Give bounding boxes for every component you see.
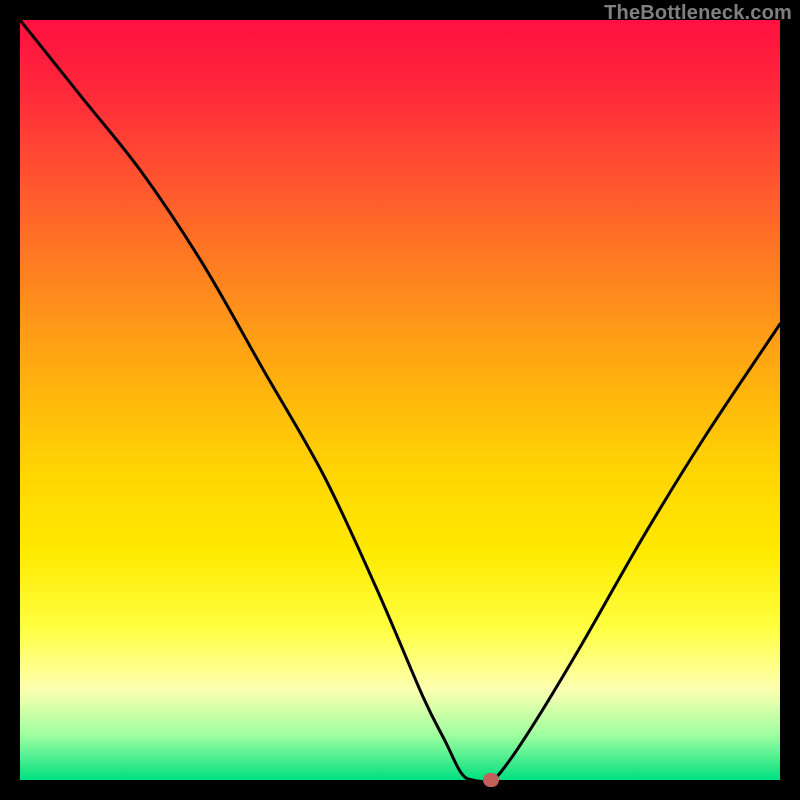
chart-container: TheBottleneck.com — [0, 0, 800, 800]
curve-svg — [20, 20, 780, 780]
bottleneck-curve — [20, 20, 780, 780]
optimal-point-marker — [483, 773, 499, 787]
plot-area — [20, 20, 780, 780]
